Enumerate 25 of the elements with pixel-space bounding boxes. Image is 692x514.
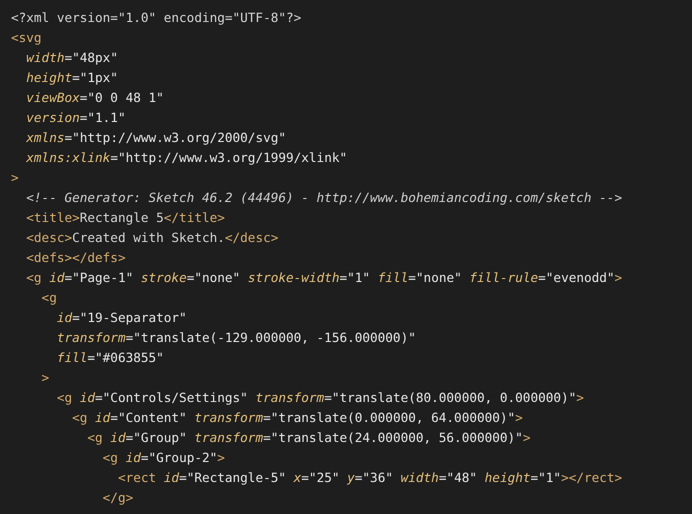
code-line: <g id="Controls/Settings" transform="translate(80.000000, 0.000000)"> — [56, 389, 584, 407]
code-line: viewBox="0 0 48 1" — [25, 89, 164, 107]
code-line: <g id="Content" transform="translate(0.000000, 64.000000)"> — [71, 409, 523, 427]
code-line: <g — [40, 289, 57, 307]
code-line: > — [11, 169, 19, 187]
code-line: fill="#063855" — [56, 349, 164, 367]
code-line: </g> — [102, 489, 134, 507]
code-line: > — [40, 369, 50, 387]
code-line: <g id="Page-1" stroke="none" stroke-width="1" fill="none" fill-rule="evenodd"> — [25, 269, 622, 287]
code-line: <svg — [11, 29, 42, 47]
code-line: <g id="Group" transform="translate(24.000000, 56.000000)"> — [86, 429, 530, 447]
code-line: <title>Rectangle 5</title> — [25, 209, 225, 227]
code-line: <?xml version="1.0" encoding="UTF-8"?> — [11, 9, 302, 27]
code-line: <desc>Created with Sketch.</desc> — [25, 229, 278, 247]
code-line: <rect id="Rectangle-5" x="25" y="36" width="48" height="1"></rect> — [116, 469, 622, 487]
code-line: width="48px" — [25, 49, 118, 67]
code-line: version="1.1" — [25, 109, 126, 127]
code-line: transform="translate(-129.000000, -156.000000)" — [56, 329, 416, 347]
code-line: <g id="Group-2"> — [102, 449, 225, 467]
code-line: <defs></defs> — [25, 249, 126, 267]
code-line: xmlns="http://www.w3.org/2000/svg" — [25, 129, 286, 147]
code-line: <!-- Generator: Sketch 46.2 (44496) - http://www.bohemiancoding.com/sketch --> — [25, 189, 622, 207]
code-line: xmlns:xlink="http://www.w3.org/1999/xlink" — [25, 149, 348, 167]
code-line: id="19-Separator" — [56, 309, 187, 327]
code-line: height="1px" — [25, 69, 118, 87]
